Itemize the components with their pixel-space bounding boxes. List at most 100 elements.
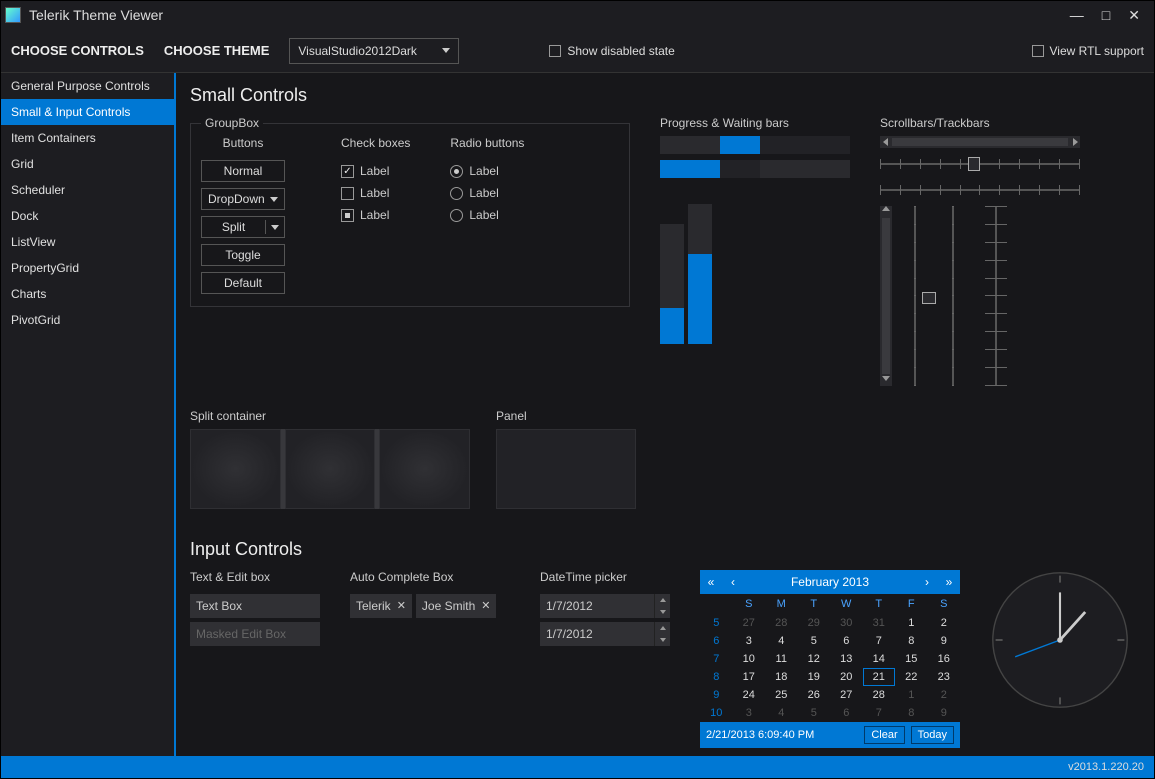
calendar-day[interactable]: 8 <box>895 704 928 722</box>
calendar-day[interactable]: 28 <box>863 686 896 704</box>
calendar-day[interactable]: 22 <box>895 668 928 686</box>
close-icon[interactable]: ✕ <box>481 594 490 618</box>
calendar-day[interactable]: 4 <box>765 704 798 722</box>
sidebar-item[interactable]: Small & Input Controls <box>1 99 174 125</box>
slider-thumb[interactable] <box>968 157 980 171</box>
checkbox-checked[interactable]: ✓Label <box>341 164 410 178</box>
text-box-input[interactable]: Text Box <box>190 594 320 618</box>
sidebar-item[interactable]: General Purpose Controls <box>1 73 174 99</box>
calendar-day[interactable]: 16 <box>928 650 961 668</box>
datetime-picker-1[interactable]: 1/7/2012 <box>540 594 670 618</box>
calendar-day[interactable]: 9 <box>928 704 961 722</box>
calendar-week-number: 6 <box>700 632 733 650</box>
calendar-day[interactable]: 14 <box>863 650 896 668</box>
calendar-day[interactable]: 24 <box>733 686 766 704</box>
calendar-day[interactable]: 7 <box>863 704 896 722</box>
checkbox-unchecked[interactable]: Label <box>341 186 410 200</box>
calendar-day[interactable]: 1 <box>895 686 928 704</box>
radio-selected[interactable]: Label <box>450 164 524 178</box>
checkbox-box-icon <box>1032 45 1044 57</box>
sidebar-item[interactable]: ListView <box>1 229 174 255</box>
calendar-last-icon[interactable]: » <box>938 575 960 589</box>
sidebar-item[interactable]: Item Containers <box>1 125 174 151</box>
calendar-day[interactable]: 13 <box>830 650 863 668</box>
calendar-day[interactable]: 21 <box>863 668 896 686</box>
maximize-icon[interactable]: □ <box>1102 7 1110 24</box>
calendar-day[interactable]: 27 <box>733 614 766 632</box>
view-rtl-checkbox[interactable]: View RTL support <box>1032 44 1145 58</box>
calendar-day[interactable]: 5 <box>798 704 831 722</box>
sidebar-item[interactable]: PivotGrid <box>1 307 174 333</box>
calendar-day[interactable]: 2 <box>928 614 961 632</box>
calendar-day[interactable]: 11 <box>765 650 798 668</box>
close-icon[interactable]: ✕ <box>397 594 406 618</box>
calendar-first-icon[interactable]: « <box>700 575 722 589</box>
datetime-picker-2[interactable]: 1/7/2012 <box>540 622 670 646</box>
vertical-trackbar[interactable] <box>938 206 968 386</box>
calendar-day[interactable]: 4 <box>765 632 798 650</box>
horizontal-scrollbar[interactable] <box>880 136 1080 148</box>
calendar-next-icon[interactable]: › <box>916 575 938 589</box>
calendar-day[interactable]: 2 <box>928 686 961 704</box>
calendar-day[interactable]: 19 <box>798 668 831 686</box>
masked-edit-input[interactable]: Masked Edit Box <box>190 622 320 646</box>
calendar-day[interactable]: 23 <box>928 668 961 686</box>
calendar-day[interactable]: 1 <box>895 614 928 632</box>
autocomplete-input[interactable]: Telerik✕ Joe Smith✕ <box>350 594 510 618</box>
checkbox-indeterminate[interactable]: Label <box>341 208 410 222</box>
calendar-day[interactable]: 6 <box>830 632 863 650</box>
page-title-input-controls: Input Controls <box>190 539 1140 560</box>
calendar-day[interactable]: 5 <box>798 632 831 650</box>
sidebar-item[interactable]: PropertyGrid <box>1 255 174 281</box>
calendar-day[interactable]: 28 <box>765 614 798 632</box>
calendar-day[interactable]: 12 <box>798 650 831 668</box>
sidebar-item[interactable]: Charts <box>1 281 174 307</box>
radio-unselected[interactable]: Label <box>450 186 524 200</box>
vertical-scrollbar[interactable] <box>880 206 892 386</box>
vertical-trackbar-wide[interactable] <box>976 206 1016 386</box>
default-button[interactable]: Default <box>201 272 285 294</box>
calendar-day[interactable]: 25 <box>765 686 798 704</box>
calendar-day[interactable]: 9 <box>928 632 961 650</box>
calendar-day[interactable]: 31 <box>863 614 896 632</box>
calendar-day[interactable]: 15 <box>895 650 928 668</box>
calendar-day[interactable]: 18 <box>765 668 798 686</box>
horizontal-trackbar[interactable] <box>880 180 1080 200</box>
calendar-prev-icon[interactable]: ‹ <box>722 575 744 589</box>
close-icon[interactable]: ✕ <box>1128 7 1140 24</box>
theme-selected: VisualStudio2012Dark <box>298 39 417 63</box>
sidebar-item[interactable]: Dock <box>1 203 174 229</box>
theme-dropdown[interactable]: VisualStudio2012Dark <box>289 38 459 64</box>
chevron-down-icon[interactable] <box>266 220 284 234</box>
window-title: Telerik Theme Viewer <box>29 7 1070 23</box>
calendar-day[interactable]: 29 <box>798 614 831 632</box>
split-container[interactable] <box>190 429 470 509</box>
calendar-day[interactable]: 30 <box>830 614 863 632</box>
sidebar-item[interactable]: Grid <box>1 151 174 177</box>
vertical-trackbar[interactable] <box>900 206 930 386</box>
calendar-today-button[interactable]: Today <box>911 726 954 744</box>
toggle-button[interactable]: Toggle <box>201 244 285 266</box>
sidebar-item[interactable]: Scheduler <box>1 177 174 203</box>
show-disabled-checkbox[interactable]: Show disabled state <box>549 44 674 58</box>
calendar-day[interactable]: 20 <box>830 668 863 686</box>
arrow-down-icon <box>882 376 890 381</box>
calendar-day[interactable]: 10 <box>733 650 766 668</box>
calendar-day[interactable]: 6 <box>830 704 863 722</box>
calendar-day[interactable]: 3 <box>733 632 766 650</box>
dropdown-button[interactable]: DropDown <box>201 188 285 210</box>
calendar-clear-button[interactable]: Clear <box>864 726 904 744</box>
calendar-day[interactable]: 26 <box>798 686 831 704</box>
minimize-icon[interactable]: — <box>1070 7 1084 24</box>
calendar-day[interactable]: 27 <box>830 686 863 704</box>
calendar[interactable]: « ‹ February 2013 › » SMTWTFS52728293031… <box>700 570 960 748</box>
calendar-day[interactable]: 8 <box>895 632 928 650</box>
radio-unselected[interactable]: Label <box>450 208 524 222</box>
normal-button[interactable]: Normal <box>201 160 285 182</box>
horizontal-trackbar[interactable] <box>880 154 1080 174</box>
slider-thumb[interactable] <box>922 292 936 304</box>
split-button[interactable]: Split <box>201 216 285 238</box>
calendar-day[interactable]: 17 <box>733 668 766 686</box>
calendar-day[interactable]: 3 <box>733 704 766 722</box>
calendar-day[interactable]: 7 <box>863 632 896 650</box>
